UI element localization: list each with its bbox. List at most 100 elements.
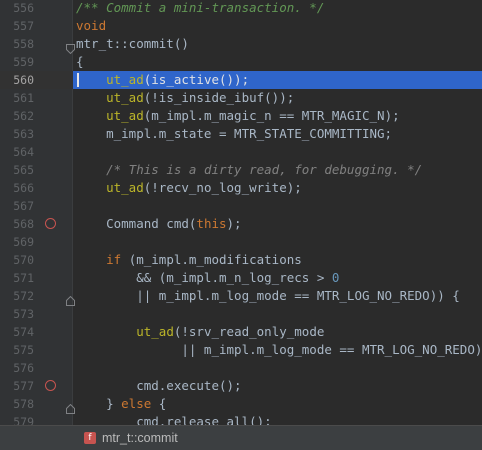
code-text: cmd.execute(); bbox=[76, 377, 242, 395]
token: } bbox=[76, 396, 122, 411]
line-number: 579 bbox=[13, 415, 34, 425]
line-number: 573 bbox=[13, 307, 34, 321]
code-line[interactable]: 578 } else { bbox=[0, 395, 482, 414]
token: (!recv_no_log_write); bbox=[143, 180, 302, 195]
function-icon: f bbox=[84, 432, 96, 444]
code-line[interactable]: 559 { bbox=[0, 53, 482, 71]
code-line[interactable]: 565 /* This is a dirty read, for debuggi… bbox=[0, 161, 482, 179]
code-line[interactable]: 576 bbox=[0, 359, 482, 377]
code-line-current[interactable]: 560 ut_ad(is_active()); bbox=[0, 71, 482, 89]
code-text: ut_ad(!srv_read_only_mode bbox=[76, 323, 324, 341]
code-text: ut_ad(is_active()); bbox=[76, 71, 249, 89]
code-line[interactable]: 579 cmd.release_all(); bbox=[0, 413, 482, 425]
code-text: mtr_t::commit() bbox=[76, 35, 189, 53]
code-line[interactable]: 569 bbox=[0, 233, 482, 251]
fold-close-icon[interactable] bbox=[66, 291, 75, 306]
token: m_impl.m_state = MTR_STATE_COMMITTING; bbox=[76, 126, 393, 141]
code-text: /** Commit a mini-transaction. */ bbox=[76, 0, 324, 17]
token-kw: if bbox=[106, 252, 122, 267]
code-line[interactable]: 571 && (m_impl.m_n_log_recs > 0 bbox=[0, 269, 482, 287]
code-line[interactable]: 562 ut_ad(m_impl.m_magic_n == MTR_MAGIC_… bbox=[0, 107, 482, 125]
token: { bbox=[76, 54, 84, 69]
code-line[interactable]: 561 ut_ad(!is_inside_ibuf()); bbox=[0, 89, 482, 107]
code-text: cmd.release_all(); bbox=[76, 413, 272, 425]
line-number: 565 bbox=[13, 163, 34, 177]
token: (!is_inside_ibuf()); bbox=[143, 90, 295, 105]
line-number: 571 bbox=[13, 271, 34, 285]
code-text: if (m_impl.m_modifications bbox=[76, 251, 302, 269]
token: cmd.release_all(); bbox=[76, 414, 272, 425]
token: ); bbox=[226, 216, 242, 231]
code-text: || m_impl.m_log_mode == MTR_LOG_NO_REDO)… bbox=[76, 287, 460, 305]
line-number: 578 bbox=[13, 397, 34, 411]
code-line[interactable]: 558 mtr_t::commit() bbox=[0, 35, 482, 55]
code-text: ut_ad(m_impl.m_magic_n == MTR_MAGIC_N); bbox=[76, 107, 400, 125]
token: (!srv_read_only_mode bbox=[173, 324, 325, 339]
token-kw: else bbox=[121, 396, 152, 411]
line-number: 563 bbox=[13, 127, 34, 141]
code-line[interactable]: 563 m_impl.m_state = MTR_STATE_COMMITTIN… bbox=[0, 125, 482, 143]
fold-close-icon[interactable] bbox=[66, 399, 75, 414]
line-number: 560 bbox=[13, 73, 34, 87]
breadcrumb[interactable]: f mtr_t::commit bbox=[0, 425, 482, 450]
token: mtr_t::commit() bbox=[76, 36, 189, 51]
code-line[interactable]: 577 cmd.execute(); bbox=[0, 377, 482, 395]
code-line[interactable]: 567 bbox=[0, 197, 482, 215]
token: && (m_impl.m_n_log_recs > bbox=[76, 270, 332, 285]
token: { bbox=[151, 396, 167, 411]
token-fn: ut_ad bbox=[106, 72, 144, 87]
token-fn: ut_ad bbox=[136, 324, 174, 339]
breakpoint-outline-icon[interactable] bbox=[45, 380, 56, 391]
code-line[interactable]: 572 || m_impl.m_log_mode == MTR_LOG_NO_R… bbox=[0, 287, 482, 306]
line-number: 567 bbox=[13, 199, 34, 213]
token-kw: this bbox=[196, 216, 227, 231]
line-number: 577 bbox=[13, 379, 34, 393]
token: (is_active()); bbox=[143, 72, 250, 87]
line-number: 572 bbox=[13, 289, 34, 303]
code-line[interactable]: 564 bbox=[0, 143, 482, 161]
token-cm: /* This is a dirty read, for debugging. … bbox=[106, 162, 423, 177]
code-line[interactable]: 557 void bbox=[0, 17, 482, 35]
token: cmd.execute(); bbox=[76, 378, 242, 393]
line-number: 570 bbox=[13, 253, 34, 267]
code-text: ut_ad(!recv_no_log_write); bbox=[76, 179, 302, 197]
token: (m_impl.m_magic_n == MTR_MAGIC_N); bbox=[143, 108, 400, 123]
token-kw: void bbox=[76, 18, 107, 33]
token-fn: ut_ad bbox=[106, 90, 144, 105]
token-fn: ut_ad bbox=[106, 180, 144, 195]
code-text: || m_impl.m_log_mode == MTR_LOG_NO_REDO)… bbox=[76, 341, 482, 359]
code-text: } else { bbox=[76, 395, 166, 413]
token: || m_impl.m_log_mode == MTR_LOG_NO_REDO)… bbox=[76, 288, 460, 303]
code-line[interactable]: 574 ut_ad(!srv_read_only_mode bbox=[0, 323, 482, 341]
code-line[interactable]: 575 || m_impl.m_log_mode == MTR_LOG_NO_R… bbox=[0, 341, 482, 359]
code-line[interactable]: 570 if (m_impl.m_modifications bbox=[0, 251, 482, 269]
fold-open-icon[interactable] bbox=[66, 39, 75, 55]
code-editor[interactable]: 556 /** Commit a mini-transaction. */ 557 v… bbox=[0, 0, 482, 425]
token: Command cmd( bbox=[76, 216, 197, 231]
code-text: && (m_impl.m_n_log_recs > 0 bbox=[76, 269, 339, 287]
line-number: 564 bbox=[13, 145, 34, 159]
code-line[interactable]: 556 /** Commit a mini-transaction. */ bbox=[0, 0, 482, 17]
code-line[interactable]: 568 Command cmd(this); bbox=[0, 215, 482, 233]
code-text: m_impl.m_state = MTR_STATE_COMMITTING; bbox=[76, 125, 392, 143]
breakpoint-outline-icon[interactable] bbox=[45, 218, 56, 229]
code-line[interactable]: 573 bbox=[0, 305, 482, 323]
token-fn: ut_ad bbox=[106, 108, 144, 123]
token-nm: 0 bbox=[331, 270, 340, 285]
text-caret bbox=[77, 73, 79, 87]
line-number: 574 bbox=[13, 325, 34, 339]
breadcrumb-function[interactable]: mtr_t::commit bbox=[102, 426, 178, 450]
code-line[interactable]: 566 ut_ad(!recv_no_log_write); bbox=[0, 179, 482, 197]
line-number: 558 bbox=[13, 37, 34, 51]
code-text: /* This is a dirty read, for debugging. … bbox=[76, 161, 422, 179]
token: (m_impl.m_modifications bbox=[121, 252, 302, 267]
code-text: { bbox=[76, 53, 84, 71]
line-number: 559 bbox=[13, 55, 34, 69]
